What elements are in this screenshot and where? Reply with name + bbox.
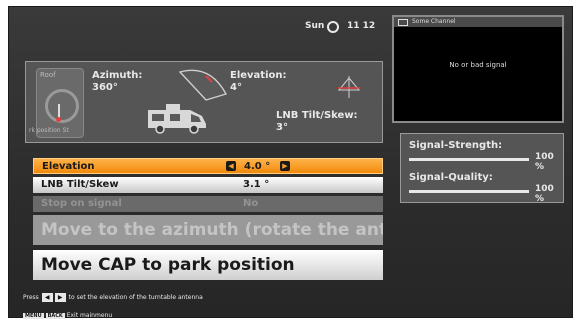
arrow-right-key-icon: ▶ bbox=[54, 293, 66, 302]
no-signal-message: No or bad signal bbox=[449, 61, 507, 69]
lnb-readout: LNB Tilt/Skew: 3° bbox=[276, 110, 358, 134]
lnb-value: 3° bbox=[276, 122, 288, 133]
status-clock: Sun 11 12 bbox=[305, 21, 395, 35]
signal-quality-label: Signal-Quality: bbox=[409, 172, 493, 183]
signal-panel: Signal-Strength: 100 % Signal-Quality: 1… bbox=[400, 133, 564, 204]
time-label: 11 12 bbox=[347, 21, 376, 31]
signal-strength-bar bbox=[409, 158, 529, 161]
move-to-azimuth-button[interactable]: Move to the azimuth (rotate the anten. bbox=[33, 215, 383, 245]
day-label: Sun bbox=[305, 21, 325, 31]
signal-strength-label: Signal-Strength: bbox=[409, 140, 503, 151]
preview-channel-name: Some Channel bbox=[412, 18, 456, 25]
arrow-right-icon[interactable]: ▶ bbox=[280, 161, 290, 171]
move-to-park-button[interactable]: Move CAP to park position bbox=[33, 250, 383, 280]
elevation-value: 4° bbox=[230, 82, 242, 93]
elevation-label: Elevation: bbox=[230, 70, 287, 81]
back-key-icon[interactable]: BACK bbox=[45, 312, 65, 319]
roof-label: Roof bbox=[40, 71, 56, 79]
lnb-label: LNB Tilt/Skew: bbox=[276, 110, 358, 121]
stop-row-label: Stop on signal bbox=[41, 198, 122, 209]
signal-strength-value: 100 % bbox=[535, 152, 554, 172]
tv-icon bbox=[398, 19, 408, 26]
dial-marker bbox=[56, 117, 61, 122]
roof-diagram: Roof rk position St bbox=[29, 68, 84, 138]
clock-icon bbox=[327, 21, 339, 33]
azimuth-readout: Azimuth: 360° bbox=[92, 70, 142, 94]
hint-text: to set the elevation of the turntable an… bbox=[68, 294, 203, 301]
cap-symbol-icon bbox=[337, 76, 361, 98]
dial-needle bbox=[58, 104, 60, 118]
azimuth-label: Azimuth: bbox=[92, 70, 143, 81]
arrow-left-icon[interactable]: ◀ bbox=[226, 161, 236, 171]
signal-quality-value: 100 % bbox=[535, 184, 554, 204]
azimuth-value: 360° bbox=[92, 82, 118, 93]
stop-row-value: No bbox=[243, 198, 259, 209]
elevation-row-label: Elevation bbox=[42, 161, 95, 172]
exit-mainmenu-label: Exit mainmenu bbox=[66, 312, 113, 319]
menu-key-icon[interactable]: MENU bbox=[23, 312, 44, 319]
menu-row-stop-on-signal[interactable]: Stop on signal No bbox=[33, 196, 383, 212]
dial-icon bbox=[45, 89, 79, 123]
menu-row-lnb-tilt[interactable]: LNB Tilt/Skew 3.1 ° bbox=[33, 177, 383, 193]
park-position-label: rk position St bbox=[29, 127, 69, 134]
arrow-left-key-icon: ◀ bbox=[41, 293, 53, 302]
dish-icon bbox=[178, 69, 228, 101]
lnb-row-value: 3.1 ° bbox=[243, 179, 270, 190]
menu-row-elevation[interactable]: Elevation ◀ 4.0 ° ▶ bbox=[33, 158, 383, 174]
antenna-status-panel: Roof rk position St Azimuth: 360° Elevat… bbox=[25, 61, 383, 143]
camper-icon bbox=[148, 104, 206, 134]
channel-preview: Some Channel No or bad signal bbox=[392, 15, 564, 123]
footer-nav: MENU BACK Exit mainmenu bbox=[23, 312, 112, 319]
preview-title-bar: Some Channel bbox=[394, 17, 562, 27]
lnb-row-label: LNB Tilt/Skew bbox=[41, 179, 119, 190]
tv-screen: Sun 11 12 Some Channel No or bad signal … bbox=[8, 6, 573, 319]
signal-quality-bar bbox=[409, 190, 529, 193]
elevation-row-value: 4.0 ° bbox=[244, 161, 271, 172]
elevation-readout: Elevation: 4° bbox=[230, 70, 287, 94]
help-hint: Press ◀ ▶ to set the elevation of the tur… bbox=[23, 293, 203, 302]
hint-press-label: Press bbox=[23, 294, 39, 301]
